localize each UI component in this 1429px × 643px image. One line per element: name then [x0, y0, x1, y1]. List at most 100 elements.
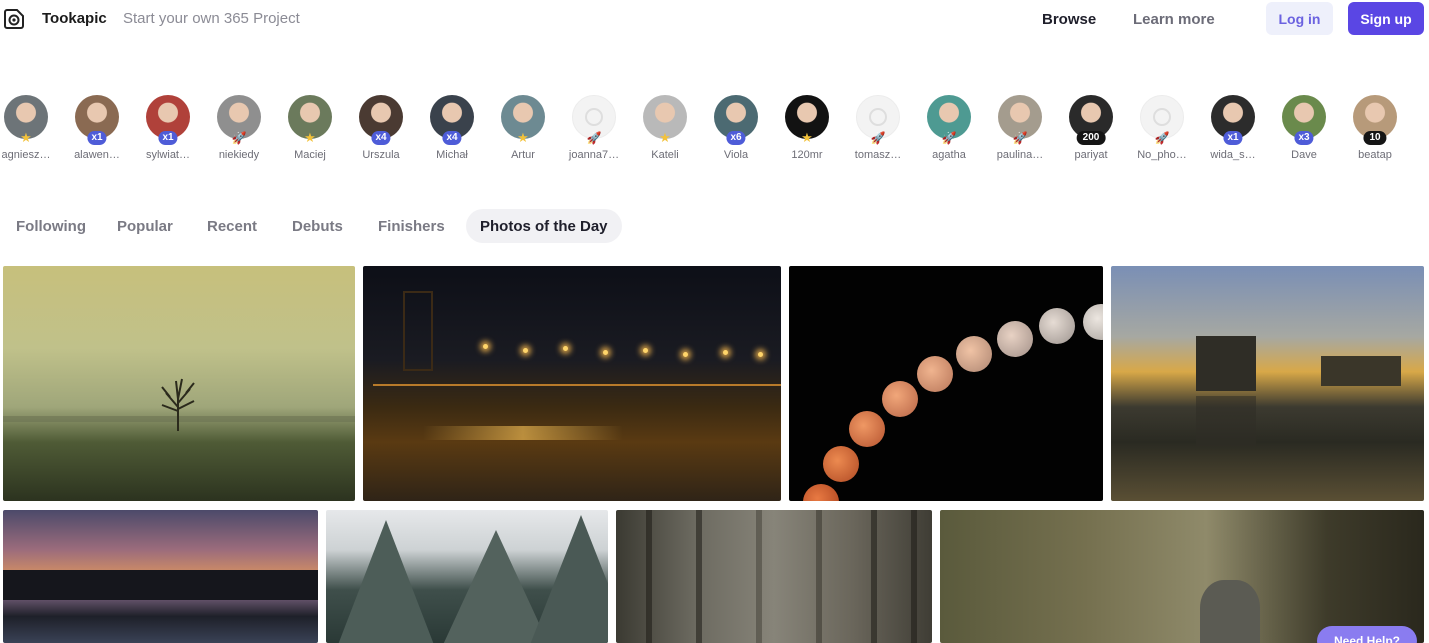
tab-recent[interactable]: Recent — [207, 209, 257, 243]
tab-finishers[interactable]: Finishers — [378, 209, 445, 243]
avatar[interactable]: x4 — [430, 95, 474, 145]
photo-squirrel[interactable] — [940, 510, 1424, 643]
photo-lunar-eclipse[interactable] — [789, 266, 1103, 501]
photo-count-badge: 10 — [1363, 131, 1387, 145]
user-avatar-item[interactable]: x1 wida_s… — [1202, 95, 1264, 161]
tree-silhouette — [161, 378, 195, 431]
avatar-username[interactable]: agniesz… — [0, 149, 57, 161]
avatar[interactable]: x1 — [1211, 95, 1255, 145]
avatar-username[interactable]: No_pho… — [1131, 149, 1193, 161]
avatar-username[interactable]: Viola — [705, 149, 767, 161]
avatar[interactable]: ★ — [288, 95, 332, 145]
tree-trunk — [871, 510, 877, 643]
login-button[interactable]: Log in — [1266, 2, 1333, 35]
avatar[interactable]: ★ — [643, 95, 687, 145]
avatar[interactable]: x4 — [359, 95, 403, 145]
avatar-username[interactable]: Kateli — [634, 149, 696, 161]
avatar-username[interactable]: wida_s… — [1202, 149, 1264, 161]
user-avatar-item[interactable]: ★ 120mr — [776, 95, 838, 161]
avatar[interactable]: ★ — [4, 95, 48, 145]
avatar-username[interactable]: beatap — [1344, 149, 1406, 161]
avatar-username[interactable]: pariyat — [1060, 149, 1122, 161]
avatar[interactable]: 200 — [1069, 95, 1113, 145]
photo-foggy-field-tree[interactable] — [3, 266, 355, 501]
avatar-username[interactable]: alawen… — [66, 149, 128, 161]
tagline: Start your own 365 Project — [123, 10, 300, 27]
nav-browse-link[interactable]: Browse — [1042, 11, 1096, 28]
avatar-username[interactable]: Urszula — [350, 149, 412, 161]
star-icon: ★ — [517, 130, 529, 145]
pier-light — [723, 350, 728, 355]
user-avatar-item[interactable]: x3 Dave — [1273, 95, 1335, 161]
avatar-username[interactable]: Artur — [492, 149, 554, 161]
photo-lake-sunset[interactable] — [3, 510, 318, 643]
avatar[interactable]: 🚀 — [1140, 95, 1184, 145]
user-avatar-item[interactable]: ★ Kateli — [634, 95, 696, 161]
tab-popular[interactable]: Popular — [117, 209, 173, 243]
rocket-icon: 🚀 — [586, 131, 602, 145]
avatar-username[interactable]: Maciej — [279, 149, 341, 161]
avatar-username[interactable]: sylwiat… — [137, 149, 199, 161]
user-avatar-item[interactable]: 10 beatap — [1344, 95, 1406, 161]
avatar-username[interactable]: Dave — [1273, 149, 1335, 161]
tookapic-logo-icon[interactable] — [3, 7, 27, 31]
need-help-button[interactable]: Need Help? — [1317, 626, 1417, 643]
pier-tower — [403, 291, 433, 371]
user-avatar-item[interactable]: x1 alawen… — [66, 95, 128, 161]
tab-debuts[interactable]: Debuts — [292, 209, 343, 243]
avatar[interactable]: 🚀 — [856, 95, 900, 145]
user-avatar-item[interactable]: x4 Urszula — [350, 95, 412, 161]
photo-ruin-reflection[interactable] — [1111, 266, 1424, 501]
avatar-username[interactable]: joanna7… — [563, 149, 625, 161]
avatar[interactable]: x6 — [714, 95, 758, 145]
avatar[interactable]: 🚀 — [217, 95, 261, 145]
nav-learn-more-link[interactable]: Learn more — [1133, 11, 1215, 28]
pier-light — [683, 352, 688, 357]
tab-photos-of-the-day[interactable]: Photos of the Day — [466, 209, 622, 243]
avatar-username[interactable]: agatha — [918, 149, 980, 161]
user-avatar-item[interactable]: 🚀 tomasz… — [847, 95, 909, 161]
tab-following[interactable]: Following — [16, 209, 86, 243]
avatar[interactable]: x3 — [1282, 95, 1326, 145]
user-avatar-item[interactable]: x4 Michał — [421, 95, 483, 161]
avatar[interactable]: 10 — [1353, 95, 1397, 145]
rocket-icon: 🚀 — [941, 131, 957, 145]
photo-night-pier[interactable] — [363, 266, 781, 501]
moon-phase — [1083, 304, 1103, 340]
treeline — [3, 570, 318, 600]
user-avatar-item[interactable]: 200 pariyat — [1060, 95, 1122, 161]
signup-button[interactable]: Sign up — [1348, 2, 1424, 35]
tree-trunk — [911, 510, 917, 643]
user-avatar-item[interactable]: 🚀 niekiedy — [208, 95, 270, 161]
avatar[interactable]: x1 — [75, 95, 119, 145]
ruin-reflection — [1196, 396, 1256, 446]
avatar-username[interactable]: tomasz… — [847, 149, 909, 161]
user-avatar-item[interactable]: ★ Artur — [492, 95, 554, 161]
moon-phase — [917, 356, 953, 392]
user-avatar-item[interactable]: ★ Maciej — [279, 95, 341, 161]
avatar-username[interactable]: paulina… — [989, 149, 1051, 161]
rocket-icon: 🚀 — [870, 131, 886, 145]
user-avatar-item[interactable]: 🚀 joanna7… — [563, 95, 625, 161]
avatar[interactable]: 🚀 — [572, 95, 616, 145]
streak-count-badge: x6 — [726, 131, 746, 145]
user-avatar-item[interactable]: 🚀 agatha — [918, 95, 980, 161]
user-avatar-item[interactable]: 🚀 No_pho… — [1131, 95, 1193, 161]
user-avatar-item[interactable]: 🚀 paulina… — [989, 95, 1051, 161]
avatar-username[interactable]: 120mr — [776, 149, 838, 161]
avatar[interactable]: x1 — [146, 95, 190, 145]
pier-light — [483, 344, 488, 349]
user-avatar-item[interactable]: x1 sylwiat… — [137, 95, 199, 161]
user-avatar-item[interactable]: x6 Viola — [705, 95, 767, 161]
avatar[interactable]: 🚀 — [927, 95, 971, 145]
avatar[interactable]: 🚀 — [998, 95, 1042, 145]
avatar-username[interactable]: Michał — [421, 149, 483, 161]
photo-misty-forest[interactable] — [616, 510, 932, 643]
avatar[interactable]: ★ — [785, 95, 829, 145]
user-avatar-item[interactable]: ★ agniesz… — [0, 95, 57, 161]
photo-snowy-spruce[interactable] — [326, 510, 608, 643]
streak-count-badge: x4 — [371, 131, 391, 145]
avatar[interactable]: ★ — [501, 95, 545, 145]
brand-name[interactable]: Tookapic — [42, 10, 107, 27]
avatar-username[interactable]: niekiedy — [208, 149, 270, 161]
